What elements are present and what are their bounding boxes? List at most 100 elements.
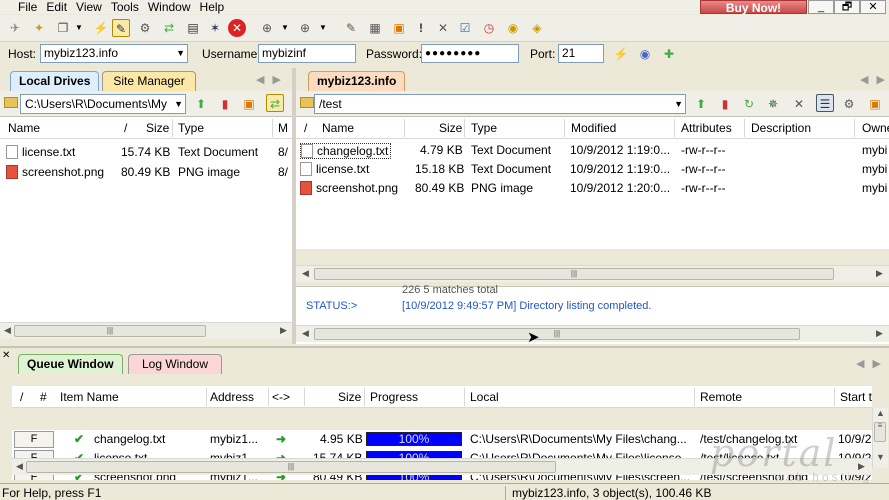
col-sort[interactable]: / <box>124 121 127 135</box>
table-row[interactable]: F ✔ changelog.txt mybiz1... ➜ 4.95 KB 10… <box>12 430 872 449</box>
queue-file-button[interactable]: F <box>14 431 54 448</box>
col-owner[interactable]: Owne <box>862 121 889 135</box>
menu-window[interactable]: Window <box>148 0 191 14</box>
transfer-icon[interactable]: ⇄ <box>160 19 178 37</box>
quick-connect-icon[interactable]: ⚡ <box>92 19 110 37</box>
scroll-left-icon[interactable]: ◀ <box>4 325 11 336</box>
list-item[interactable]: license.txt 15.18 KB Text Document 10/9/… <box>296 160 889 179</box>
disconnect-icon[interactable]: ✎ <box>112 19 130 37</box>
scroll-left-icon[interactable]: ◀ <box>302 268 309 279</box>
menu-edit[interactable]: Edit <box>46 0 67 14</box>
col-type[interactable]: Type <box>471 121 497 135</box>
col-attributes[interactable]: Attributes <box>681 121 732 135</box>
view-mode-icon[interactable]: ☰ <box>816 94 834 112</box>
new-folder-icon[interactable]: ▣ <box>240 95 258 113</box>
scroll-thumb[interactable]: ≡ <box>874 422 886 442</box>
wizard-icon[interactable]: ✦ <box>30 19 48 37</box>
col-divider[interactable] <box>272 119 273 137</box>
scroll-right-icon[interactable]: ▶ <box>280 325 287 336</box>
col-number[interactable]: # <box>40 390 47 404</box>
left-horizontal-scrollbar[interactable]: ◀ ||| ▶ <box>0 322 292 339</box>
queue-tab-nav[interactable]: ◀▶ <box>856 357 889 370</box>
remote-path-combo[interactable]: /test ▼ <box>314 94 686 114</box>
delete-icon[interactable]: ✕ <box>790 95 808 113</box>
scroll-thumb[interactable]: ||| <box>26 461 556 473</box>
list-item[interactable]: changelog.txt 4.79 KB Text Document 10/9… <box>296 141 889 160</box>
tab-site-manager[interactable]: Site Manager <box>102 71 196 91</box>
up-folder-icon[interactable]: ⬆ <box>192 95 210 113</box>
new-folder-icon[interactable]: ▣ <box>866 95 884 113</box>
support-icon[interactable]: ◉ <box>504 19 522 37</box>
new-folder-icon[interactable]: ▣ <box>390 19 408 37</box>
col-size[interactable]: Size <box>439 121 462 135</box>
download-icon[interactable]: ⊕ <box>258 19 276 37</box>
delete-icon[interactable]: ✕ <box>434 19 452 37</box>
scroll-up-icon[interactable]: ▲ <box>876 408 885 418</box>
col-divider[interactable] <box>304 388 305 406</box>
col-start-time[interactable]: Start t <box>840 390 872 404</box>
col-divider[interactable] <box>744 119 745 137</box>
log-horizontal-scrollbar[interactable]: ◀ ||| ▶ <box>296 325 889 342</box>
col-size[interactable]: Size <box>338 390 361 404</box>
download-dropdown-icon[interactable]: ▼ <box>276 19 294 37</box>
col-remote[interactable]: Remote <box>700 390 742 404</box>
col-divider[interactable] <box>172 119 173 137</box>
col-divider[interactable] <box>694 388 695 406</box>
queue-horizontal-scrollbar[interactable]: ◀ ||| ▶ <box>12 458 872 475</box>
menu-tools[interactable]: Tools <box>111 0 139 14</box>
tab-queue-window[interactable]: Queue Window <box>18 354 123 374</box>
remote-horizontal-scrollbar[interactable]: ◀ ||| ▶ <box>296 265 889 282</box>
permissions-icon[interactable]: ◷ <box>480 19 498 37</box>
stop-icon[interactable]: ✕ <box>228 19 246 37</box>
menu-view[interactable]: View <box>76 0 102 14</box>
sync-icon[interactable]: ⇄ <box>266 94 284 112</box>
queue-vertical-scrollbar[interactable]: ▲ ≡ ▼ <box>872 408 888 468</box>
scroll-left-icon[interactable]: ◀ <box>302 328 309 339</box>
minimize-button[interactable]: _ <box>808 0 834 14</box>
username-input[interactable]: mybizinf <box>258 44 356 63</box>
col-divider[interactable] <box>268 388 269 406</box>
col-type[interactable]: Type <box>178 121 204 135</box>
host-input[interactable]: mybiz123.info ▼ <box>40 44 188 63</box>
connect-icon[interactable]: ✈ <box>6 19 24 37</box>
properties-icon[interactable]: ☑ <box>456 19 474 37</box>
remote-path-dropdown-icon[interactable]: ▼ <box>674 95 683 113</box>
edit-file-icon[interactable]: ✎ <box>342 19 360 37</box>
col-divider[interactable] <box>834 388 835 406</box>
close-pane-icon[interactable]: ✕ <box>2 350 10 361</box>
scroll-thumb[interactable]: ||| <box>14 325 206 337</box>
tab-log-window[interactable]: Log Window <box>128 354 222 374</box>
col-divider[interactable] <box>464 388 465 406</box>
plug-icon[interactable]: ⚡ <box>612 45 630 63</box>
col-name[interactable]: Name <box>8 121 40 135</box>
add-site-icon[interactable]: ✚ <box>660 45 678 63</box>
scroll-thumb[interactable]: ||| <box>314 328 800 340</box>
close-button[interactable]: ✕ <box>860 0 886 14</box>
col-size[interactable]: Size <box>146 121 169 135</box>
scroll-left-icon[interactable]: ◀ <box>16 461 23 472</box>
col-name[interactable]: Name <box>322 121 354 135</box>
bookmark-icon[interactable]: ▮ <box>216 95 234 113</box>
col-modified[interactable]: M <box>278 121 288 135</box>
col-description[interactable]: Description <box>751 121 811 135</box>
upload-icon[interactable]: ⊕ <box>296 19 314 37</box>
filter-icon[interactable]: ✵ <box>764 95 782 113</box>
col-divider[interactable] <box>404 119 405 137</box>
scroll-right-icon[interactable]: ▶ <box>876 268 883 279</box>
col-local[interactable]: Local <box>470 390 499 404</box>
restore-button[interactable]: 🗗 <box>834 0 860 14</box>
col-divider[interactable] <box>464 119 465 137</box>
bookmark-icon[interactable]: ▮ <box>716 95 734 113</box>
up-folder-icon[interactable]: ⬆ <box>692 95 710 113</box>
new-site-dropdown-icon[interactable]: ▼ <box>70 19 88 37</box>
refresh-icon[interactable]: ↻ <box>740 95 758 113</box>
menu-help[interactable]: Help <box>200 0 225 14</box>
menu-file[interactable]: File <box>18 0 37 14</box>
security-icon[interactable]: ◈ <box>528 19 546 37</box>
scroll-down-icon[interactable]: ▼ <box>876 452 885 462</box>
local-path-combo[interactable]: C:\Users\R\Documents\My ▼ <box>20 94 186 114</box>
log-icon[interactable]: ▤ <box>184 19 202 37</box>
col-item-name[interactable]: Item Name <box>60 390 119 404</box>
local-path-dropdown-icon[interactable]: ▼ <box>174 95 183 113</box>
col-divider[interactable] <box>564 119 565 137</box>
